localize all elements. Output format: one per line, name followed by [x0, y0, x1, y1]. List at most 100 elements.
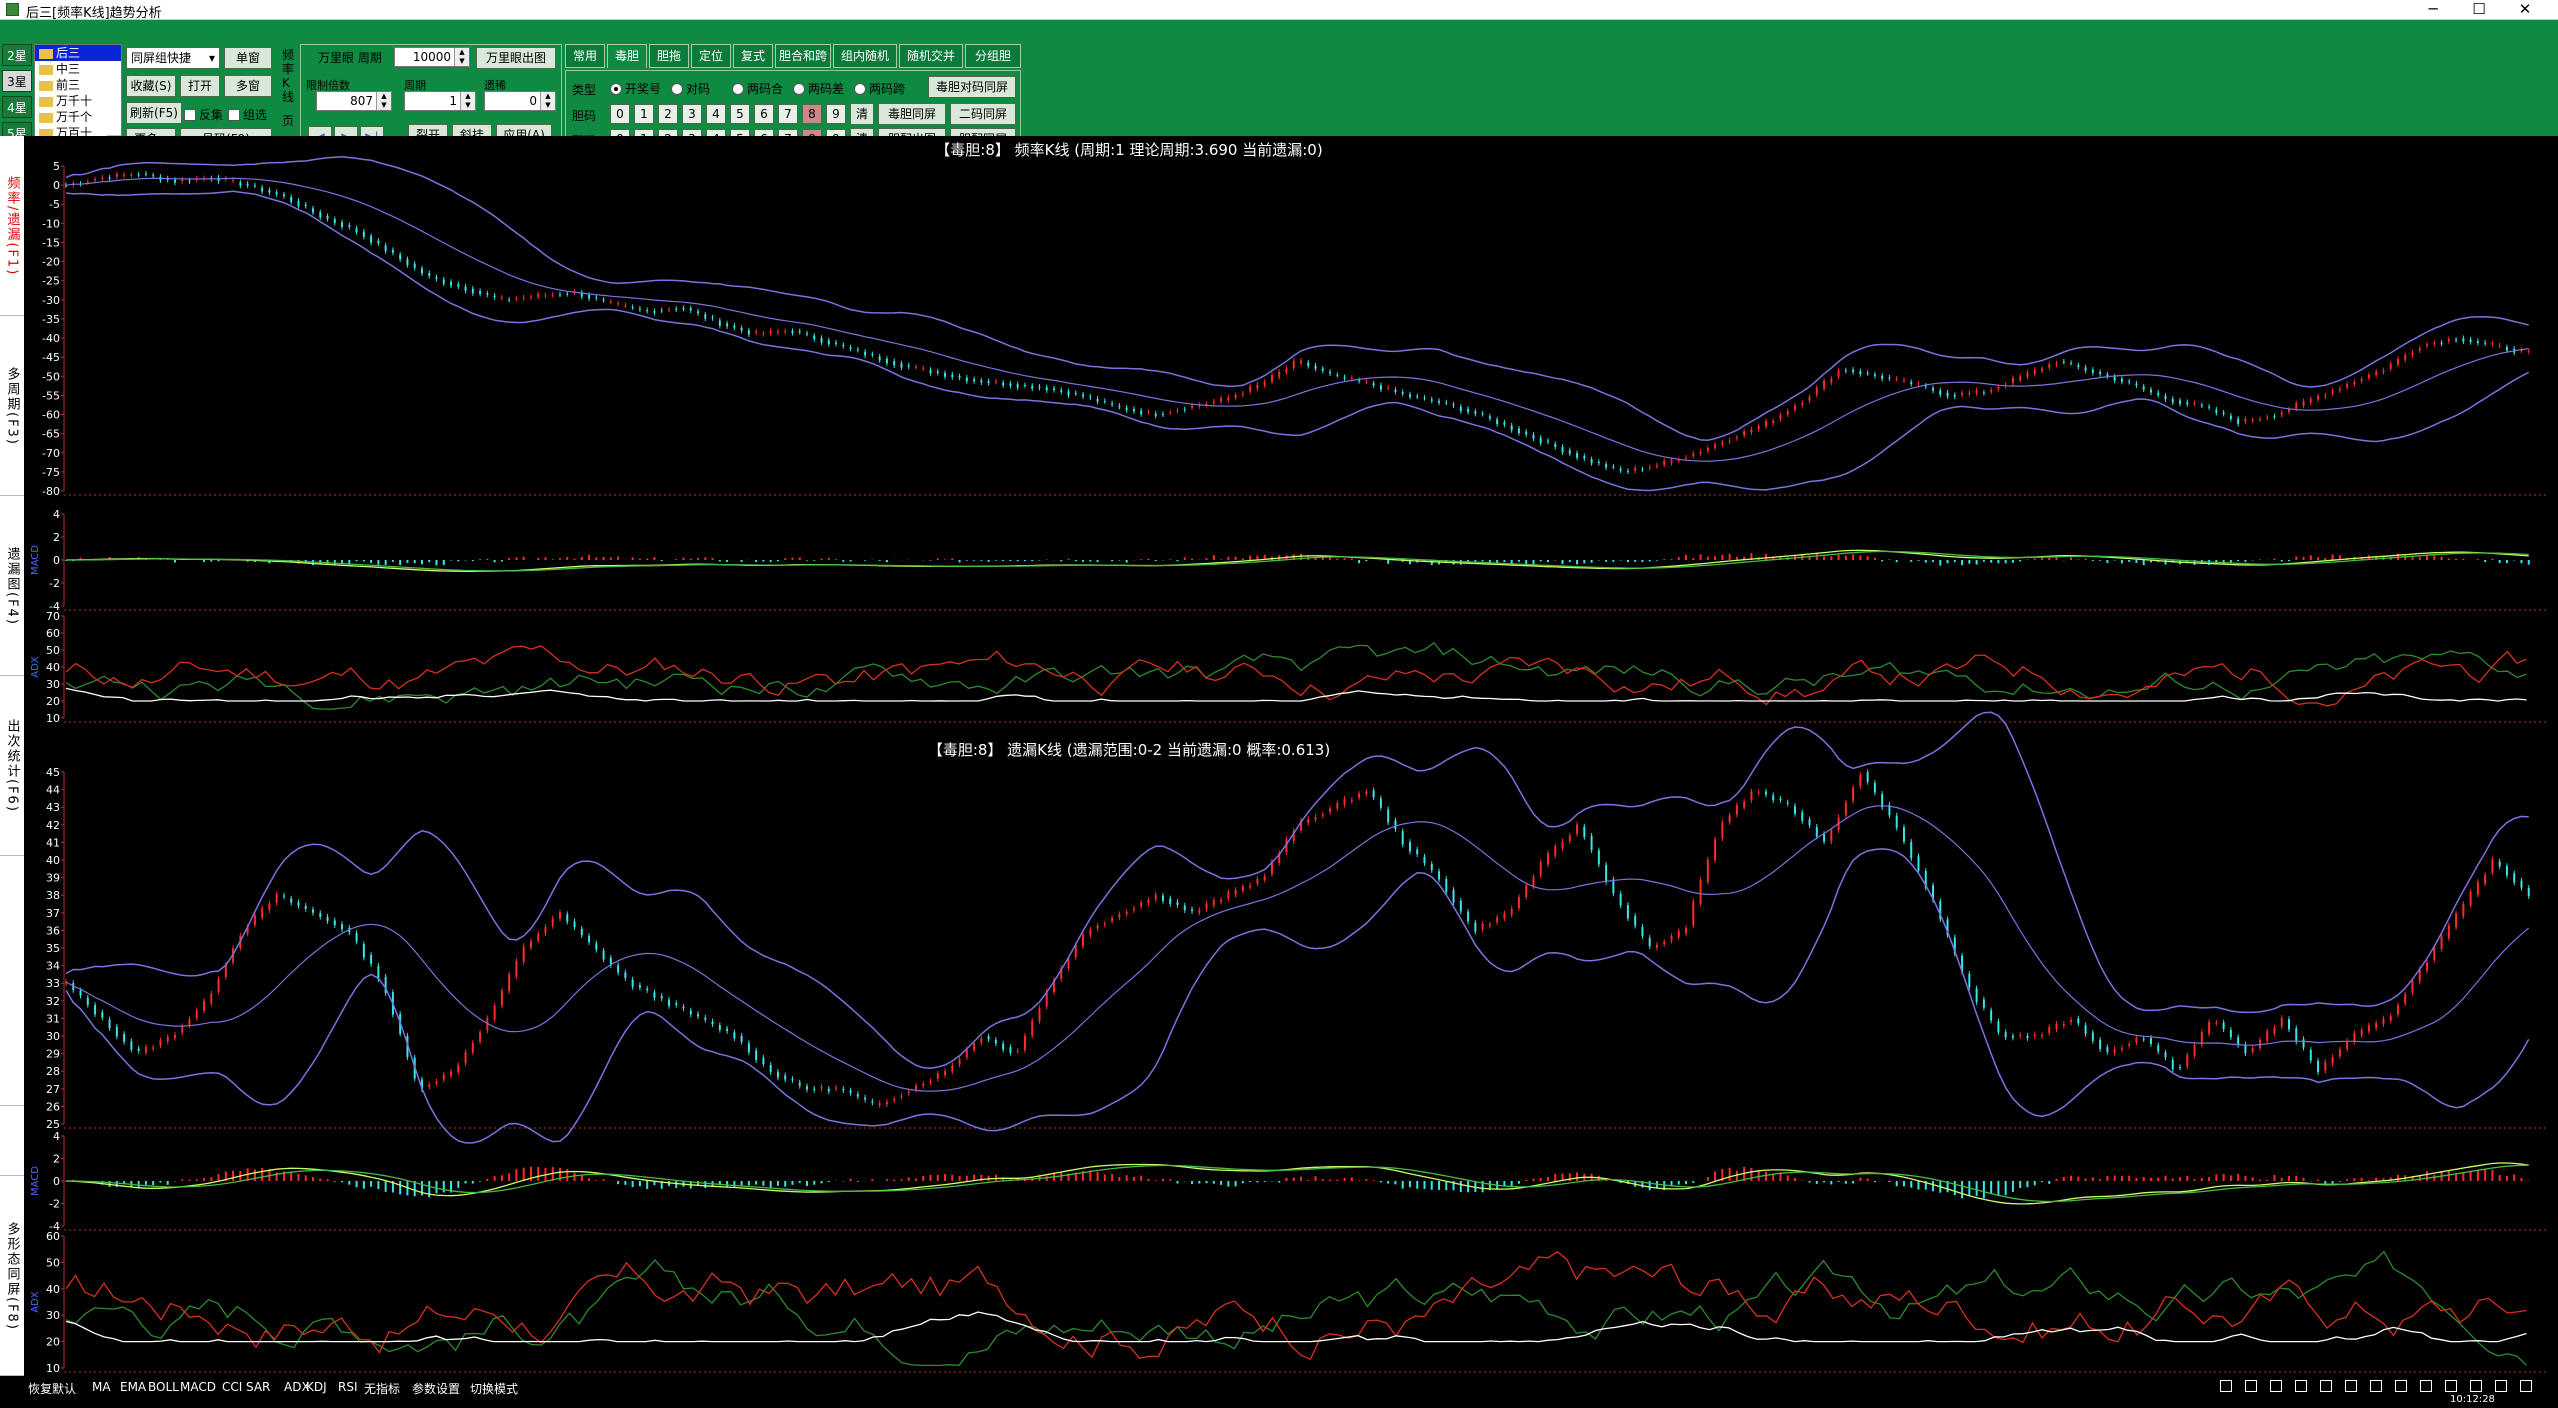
kline-body: [1568, 450, 1571, 454]
kline-body: [2426, 962, 2429, 971]
status-item-0[interactable]: 恢复默认: [28, 1380, 76, 1397]
maximize-button[interactable]: ☐: [2456, 0, 2502, 20]
combo-checkbox[interactable]: 组选: [228, 106, 267, 123]
tab-2[interactable]: 胆拖: [649, 44, 689, 68]
side-tab-4[interactable]: [0, 856, 24, 1106]
tab-8[interactable]: 分组胆: [965, 44, 1021, 68]
tab-5[interactable]: 胆合和跨: [775, 44, 831, 68]
tab-6[interactable]: 组内随机: [833, 44, 897, 68]
kline-body: [2048, 364, 2051, 368]
drawing-tool-icon[interactable]: [2395, 1380, 2407, 1392]
tab-4[interactable]: 复式: [733, 44, 773, 68]
refresh-button[interactable]: 刷新(F5): [126, 102, 182, 124]
tab-1[interactable]: 毒胆: [607, 44, 647, 68]
kline-body: [195, 1010, 198, 1019]
dan_row-digit-0[interactable]: 0: [610, 104, 630, 124]
position-item[interactable]: 万千个: [35, 109, 121, 125]
dan_row-digit-4[interactable]: 4: [706, 104, 726, 124]
status-item-12[interactable]: 切换模式: [470, 1380, 518, 1397]
kline-chart[interactable]: 50-5-10-15-20-25-30-35-40-45-50-55-60-65…: [24, 136, 2558, 1376]
wanli-chart-button[interactable]: 万里眼出图: [476, 47, 556, 69]
limit-input[interactable]: 807 ▲ ▼: [316, 91, 392, 111]
type-radio-3[interactable]: 两码差: [793, 80, 844, 97]
status-item-9[interactable]: RSI: [338, 1380, 358, 1394]
drawing-tool-icon[interactable]: [2345, 1380, 2357, 1392]
minimize-button[interactable]: ─: [2410, 0, 2456, 20]
spinner-icon[interactable]: ▲ ▼: [540, 92, 555, 110]
position-list[interactable]: ▲ ▼ 后三中三前三万千十万千个万百十: [34, 44, 122, 150]
kline-body: [1852, 787, 1855, 801]
type-radio-2[interactable]: 两码合: [732, 80, 783, 97]
kline-body: [1692, 901, 1695, 926]
tab-0[interactable]: 常用: [565, 44, 605, 68]
spinner-icon[interactable]: ▲ ▼: [376, 92, 391, 110]
side-tab-6[interactable]: 多形态同屏(F8): [0, 1176, 24, 1376]
favorite-button[interactable]: 收藏(S): [126, 75, 176, 97]
side-tab-0[interactable]: 频率/遗漏(F1): [0, 136, 24, 316]
star-button-1[interactable]: 3星: [2, 70, 32, 92]
tab-3[interactable]: 定位: [691, 44, 731, 68]
star-button-0[interactable]: 2星: [2, 44, 32, 66]
two-code-button[interactable]: 二码同屏: [950, 103, 1016, 125]
dan_row-digit-7[interactable]: 7: [778, 104, 798, 124]
spinner-icon[interactable]: ▲ ▼: [460, 92, 475, 110]
period-input[interactable]: 1 ▲ ▼: [404, 91, 476, 111]
drawing-tool-icon[interactable]: [2495, 1380, 2507, 1392]
drawing-tool-icon[interactable]: [2220, 1380, 2232, 1392]
layout-select[interactable]: 同屏组快捷 ▾: [126, 47, 220, 69]
side-tab-1[interactable]: 多周期(F3): [0, 316, 24, 496]
dan_row-digit-1[interactable]: 1: [634, 104, 654, 124]
drawing-tool-icon[interactable]: [2295, 1380, 2307, 1392]
status-item-8[interactable]: KDJ: [306, 1380, 327, 1394]
dan_row-digit-8[interactable]: 8: [802, 104, 822, 124]
drawing-tool-icon[interactable]: [2520, 1380, 2532, 1392]
position-item[interactable]: 前三: [35, 77, 121, 93]
dan_row-digit-6[interactable]: 6: [754, 104, 774, 124]
side-tab-2[interactable]: 遗漏图(F4): [0, 496, 24, 676]
dan-duima-button[interactable]: 毒胆对码同屏: [928, 76, 1016, 98]
position-item[interactable]: 万千十: [35, 93, 121, 109]
open-button[interactable]: 打开: [180, 75, 220, 97]
status-item-3[interactable]: BOLL: [148, 1380, 179, 1394]
star-button-2[interactable]: 4星: [2, 96, 32, 118]
status-item-1[interactable]: MA: [92, 1380, 111, 1394]
single-window-button[interactable]: 单窗: [224, 47, 272, 69]
reverse-checkbox[interactable]: 反集: [184, 106, 223, 123]
wanli-period-input[interactable]: 10000 ▲ ▼: [394, 47, 470, 67]
drawing-tool-icon[interactable]: [2470, 1380, 2482, 1392]
dan_row-digit-5[interactable]: 5: [730, 104, 750, 124]
close-button[interactable]: ✕: [2502, 0, 2548, 20]
side-tab-3[interactable]: 出次统计(F6): [0, 676, 24, 856]
multi-window-button[interactable]: 多窗: [224, 75, 272, 97]
spinner-icon[interactable]: ▲ ▼: [454, 48, 469, 66]
type-radio-0[interactable]: 开奖号: [610, 80, 661, 97]
type-label: 类型: [572, 83, 597, 97]
position-item[interactable]: 后三: [35, 45, 121, 61]
drawing-tool-icon[interactable]: [2370, 1380, 2382, 1392]
status-item-10[interactable]: 无指标: [364, 1380, 400, 1397]
drawing-tool-icon[interactable]: [2245, 1380, 2257, 1392]
tab-7[interactable]: 随机交并: [899, 44, 963, 68]
type-radio-1[interactable]: 对码: [671, 80, 710, 97]
drawing-tool-icon[interactable]: [2420, 1380, 2432, 1392]
type-radio-4[interactable]: 两码跨: [854, 80, 905, 97]
dan_row-digit-3[interactable]: 3: [682, 104, 702, 124]
status-item-4[interactable]: MACD: [180, 1380, 216, 1394]
side-tab-5[interactable]: [0, 1106, 24, 1176]
dan-clear-button[interactable]: 清: [850, 103, 874, 125]
status-item-5[interactable]: CCI: [222, 1380, 242, 1394]
kline-body: [1125, 407, 1128, 411]
kline-body: [493, 295, 496, 298]
dilute-input[interactable]: 0 ▲ ▼: [484, 91, 556, 111]
status-item-6[interactable]: SAR: [246, 1380, 270, 1394]
dan-same-screen-button[interactable]: 毒胆同屏: [878, 103, 946, 125]
drawing-tool-icon[interactable]: [2270, 1380, 2282, 1392]
drawing-tool-icon[interactable]: [2320, 1380, 2332, 1392]
kline-body: [653, 992, 656, 998]
status-item-11[interactable]: 参数设置: [412, 1380, 460, 1397]
dan_row-digit-9[interactable]: 9: [826, 104, 846, 124]
drawing-tool-icon[interactable]: [2445, 1380, 2457, 1392]
status-item-2[interactable]: EMA: [120, 1380, 146, 1394]
position-item[interactable]: 中三: [35, 61, 121, 77]
dan_row-digit-2[interactable]: 2: [658, 104, 678, 124]
